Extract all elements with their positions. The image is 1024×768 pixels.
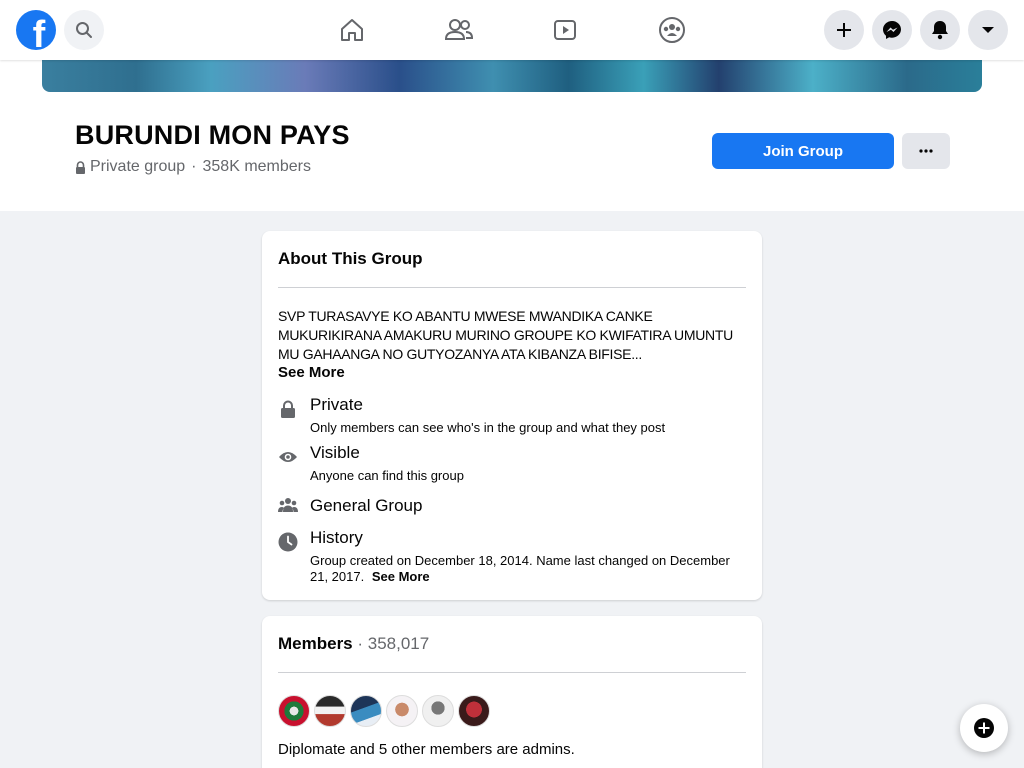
more-icon [919,149,933,153]
facebook-logo[interactable]: f [16,10,56,50]
about-card: About This Group SVP TURASAVYE KO ABANTU… [262,231,762,600]
join-group-button[interactable]: Join Group [712,133,894,169]
group-meta: Private group · 358K members [75,158,311,176]
history-title: History [310,528,363,547]
about-title: About This Group [278,249,423,268]
general-group-icon [278,495,298,515]
meta-separator: · [191,158,197,175]
nav-friends[interactable] [441,12,477,48]
watch-icon [554,20,576,40]
general-group-title: General Group [310,496,423,515]
description-see-more[interactable]: See More [278,364,345,381]
nav-groups[interactable] [654,12,690,48]
avatar[interactable] [422,695,454,727]
bell-icon [932,21,948,40]
admins-description[interactable]: Diplomate and 5 other members are admins… [278,741,575,758]
history-clock-icon [278,532,298,552]
admin-avatars [278,695,490,727]
private-title: Private [310,395,363,414]
lock-icon [76,160,85,174]
home-icon [341,19,363,41]
members-count: 358,017 [367,634,430,653]
logo-letter: f [32,14,46,50]
account-menu-button[interactable] [968,10,1008,50]
visible-eye-icon [278,447,298,467]
visible-subtitle: Anyone can find this group [310,468,464,483]
notifications-button[interactable] [920,10,960,50]
visible-title: Visible [310,443,360,462]
avatar[interactable] [278,695,310,727]
avatar[interactable] [386,695,418,727]
members-title: Members [278,634,353,653]
avatar[interactable] [458,695,490,727]
members-card: Members · 358,017 Diplomate and 5 other … [262,616,762,768]
avatar[interactable] [350,695,382,727]
members-divider [278,672,746,673]
new-message-button[interactable] [960,704,1008,752]
group-header: BURUNDI MON PAYS Private group · 358K me… [0,60,1024,211]
nav-home[interactable] [334,12,370,48]
messenger-icon [883,21,901,39]
group-name: BURUNDI MON PAYS [75,120,350,150]
group-privacy[interactable]: Private group [90,158,185,176]
history-subtitle: Group created on December 18, 2014. Name… [310,553,740,585]
search-button[interactable] [64,10,104,50]
avatar[interactable] [314,695,346,727]
messenger-button[interactable] [872,10,912,50]
nav-watch[interactable] [547,12,583,48]
members-separator: · [352,634,368,653]
create-button[interactable] [824,10,864,50]
search-icon [76,22,92,38]
members-heading: Members · 358,017 [278,634,429,654]
group-members-short[interactable]: 358K members [203,158,312,176]
group-description: SVP TURASAVYE KO ABANTU MWESE MWANDIKA C… [278,308,733,362]
plus-icon [837,23,851,37]
private-lock-icon [278,399,298,419]
private-subtitle: Only members can see who's in the group … [310,420,666,435]
chevron-down-icon [982,27,994,33]
groups-icon [659,17,685,43]
friends-icon [444,19,474,40]
cover-photo [42,60,982,92]
top-navigation-bar: f [0,0,1024,60]
more-options-button[interactable] [902,133,950,169]
about-divider [278,287,746,288]
history-see-more[interactable]: See More [372,569,430,584]
new-message-icon [974,718,994,738]
